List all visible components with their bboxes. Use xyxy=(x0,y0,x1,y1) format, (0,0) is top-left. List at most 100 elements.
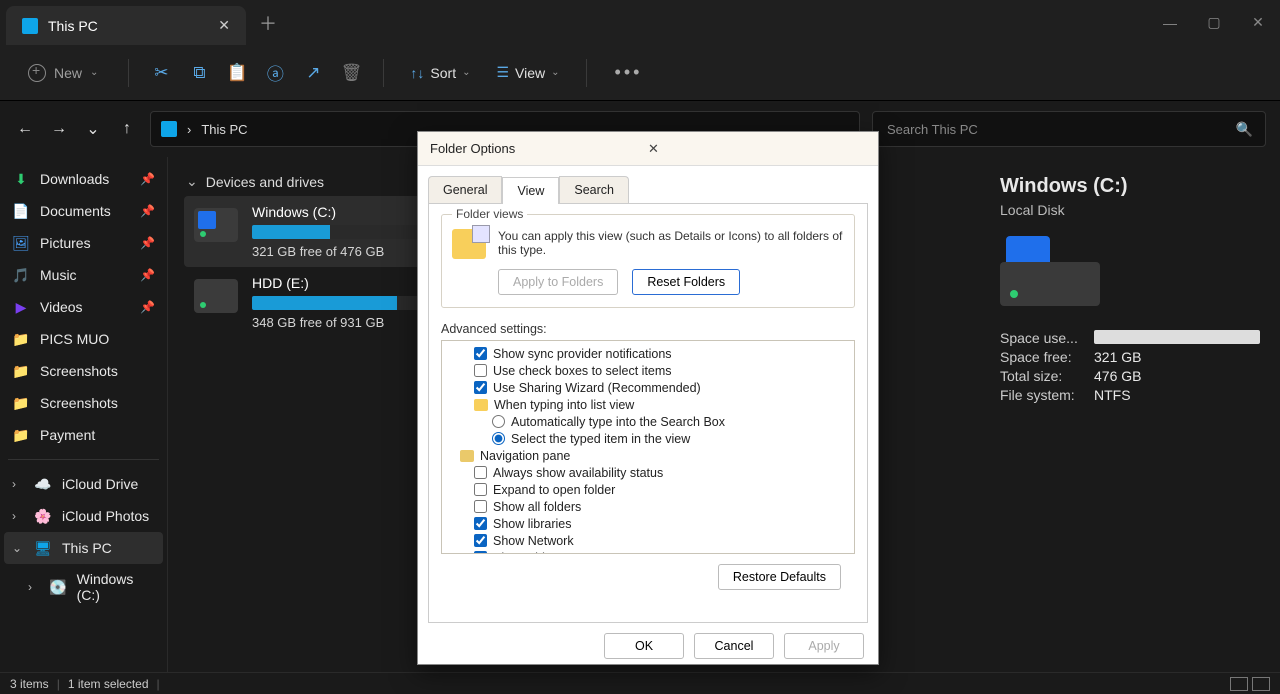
up-button[interactable]: ↑ xyxy=(116,120,138,138)
chevron-right-icon[interactable]: › xyxy=(12,477,24,491)
share-icon[interactable]: ↗ xyxy=(301,63,325,83)
option-label: Show all folders xyxy=(493,500,581,514)
opt-sharing-wizard[interactable] xyxy=(474,381,487,394)
apply-to-folders-button[interactable]: Apply to Folders xyxy=(498,269,618,295)
chevron-right-icon[interactable]: › xyxy=(28,580,39,594)
monitor-icon: 🖥 xyxy=(34,539,52,557)
view-button[interactable]: ☰ View ⌄ xyxy=(490,60,565,85)
sidebar-item-music[interactable]: 🎵Music📌 xyxy=(4,259,163,291)
pin-icon[interactable]: 📌 xyxy=(140,268,155,282)
sidebar-item-folder[interactable]: 📁Payment xyxy=(4,419,163,451)
option-label: Show Network xyxy=(493,534,574,548)
kv-key: Space free: xyxy=(1000,349,1084,365)
separator xyxy=(383,59,384,87)
delete-icon[interactable]: 🗑 xyxy=(339,63,363,83)
dialog-title-bar[interactable]: Folder Options ✕ xyxy=(418,132,878,166)
folder-icon: 📁 xyxy=(12,394,30,412)
sidebar-item-label: This PC xyxy=(62,540,112,556)
opt-typing-select[interactable] xyxy=(492,432,505,445)
more-button[interactable]: ••• xyxy=(607,62,651,83)
status-bar: 3 items | 1 item selected | xyxy=(0,672,1280,694)
option-label: Expand to open folder xyxy=(493,483,615,497)
tab-title: This PC xyxy=(48,18,208,34)
pin-icon[interactable]: 📌 xyxy=(140,204,155,218)
chevron-down-icon: ⌄ xyxy=(551,67,559,78)
close-tab-icon[interactable]: ✕ xyxy=(218,17,230,34)
back-button[interactable]: ← xyxy=(14,120,36,138)
folder-icon xyxy=(474,399,488,411)
plus-circle-icon xyxy=(28,64,46,82)
breadcrumb[interactable]: This PC xyxy=(201,122,247,137)
tab-view[interactable]: View xyxy=(502,177,559,204)
sidebar-item-windows-c[interactable]: ›💽Windows (C:) xyxy=(4,564,163,610)
copy-icon[interactable]: ⧉ xyxy=(187,63,211,83)
chevron-down-icon[interactable]: ⌄ xyxy=(12,541,24,555)
search-box[interactable]: 🔍 xyxy=(872,111,1266,147)
close-icon[interactable]: ✕ xyxy=(642,141,866,157)
sidebar-item-folder[interactable]: 📁Screenshots xyxy=(4,387,163,419)
reset-folders-button[interactable]: Reset Folders xyxy=(632,269,740,295)
separator: | xyxy=(157,677,160,691)
navigation-pane: ⬇Downloads📌 📄Documents📌 🖼Pictures📌 🎵Musi… xyxy=(0,157,168,672)
sidebar-item-pictures[interactable]: 🖼Pictures📌 xyxy=(4,227,163,259)
rename-icon[interactable]: ⓐ xyxy=(263,60,287,85)
separator: | xyxy=(57,677,60,691)
sidebar-item-icloud-drive[interactable]: ›☁️iCloud Drive xyxy=(4,468,163,500)
sidebar-item-this-pc[interactable]: ⌄ 🖥 This PC xyxy=(4,532,163,564)
title-bar: This PC ✕ ＋ ― ▢ ✕ xyxy=(0,0,1280,45)
cancel-button[interactable]: Cancel xyxy=(694,633,774,659)
search-icon[interactable]: 🔍 xyxy=(1236,121,1253,138)
tab-search[interactable]: Search xyxy=(559,176,629,203)
folder-tree-icon xyxy=(460,450,474,462)
opt-show-all-folders[interactable] xyxy=(474,500,487,513)
cut-icon[interactable]: ✂ xyxy=(149,63,173,83)
chevron-down-icon[interactable]: ⌄ xyxy=(186,173,198,190)
view-details-toggle[interactable] xyxy=(1230,677,1248,691)
sidebar-item-videos[interactable]: ▶Videos📌 xyxy=(4,291,163,323)
advanced-settings-list[interactable]: Show sync provider notifications Use che… xyxy=(441,340,855,554)
forward-button[interactable]: → xyxy=(48,120,70,138)
sidebar-item-label: Downloads xyxy=(40,171,109,187)
kv-value: NTFS xyxy=(1094,387,1131,403)
opt-availability-status[interactable] xyxy=(474,466,487,479)
kv-value: 321 GB xyxy=(1094,349,1141,365)
option-label: Show sync provider notifications xyxy=(493,347,672,361)
opt-show-network[interactable] xyxy=(474,534,487,547)
tab-this-pc[interactable]: This PC ✕ xyxy=(6,6,246,45)
photos-icon: 🌸 xyxy=(34,507,52,525)
sidebar-item-downloads[interactable]: ⬇ Downloads 📌 xyxy=(4,163,163,195)
new-button[interactable]: New ⌄ xyxy=(18,58,108,88)
new-tab-button[interactable]: ＋ xyxy=(246,0,290,45)
pin-icon[interactable]: 📌 xyxy=(140,172,155,186)
minimize-button[interactable]: ― xyxy=(1148,0,1192,45)
view-thumbnails-toggle[interactable] xyxy=(1252,677,1270,691)
tab-general[interactable]: General xyxy=(428,176,502,203)
folder-views-group: Folder views You can apply this view (su… xyxy=(441,214,855,308)
sidebar-item-label: Videos xyxy=(40,299,83,315)
close-window-button[interactable]: ✕ xyxy=(1236,0,1280,45)
opt-show-libraries[interactable] xyxy=(474,517,487,530)
restore-defaults-button[interactable]: Restore Defaults xyxy=(718,564,841,590)
recent-dropdown[interactable]: ⌄ xyxy=(82,119,104,139)
maximize-button[interactable]: ▢ xyxy=(1192,0,1236,45)
sidebar-item-documents[interactable]: 📄Documents📌 xyxy=(4,195,163,227)
sidebar-item-folder[interactable]: 📁PICS MUO xyxy=(4,323,163,355)
view-icon: ☰ xyxy=(496,64,509,81)
chevron-right-icon[interactable]: › xyxy=(12,509,24,523)
paste-icon[interactable]: 📋 xyxy=(225,63,249,83)
sidebar-item-icloud-photos[interactable]: ›🌸iCloud Photos xyxy=(4,500,163,532)
sort-button[interactable]: ↑↓ Sort ⌄ xyxy=(404,61,476,85)
pin-icon[interactable]: 📌 xyxy=(140,236,155,250)
download-icon: ⬇ xyxy=(12,170,30,188)
sidebar-item-folder[interactable]: 📁Screenshots xyxy=(4,355,163,387)
sidebar-item-label: Pictures xyxy=(40,235,91,251)
opt-typing-search[interactable] xyxy=(492,415,505,428)
chevron-down-icon: ⌄ xyxy=(90,67,98,78)
pin-icon[interactable]: 📌 xyxy=(140,300,155,314)
apply-button[interactable]: Apply xyxy=(784,633,864,659)
opt-use-checkboxes[interactable] xyxy=(474,364,487,377)
opt-expand-open-folder[interactable] xyxy=(474,483,487,496)
opt-sync-notifications[interactable] xyxy=(474,347,487,360)
ok-button[interactable]: OK xyxy=(604,633,684,659)
search-input[interactable] xyxy=(885,121,1236,138)
